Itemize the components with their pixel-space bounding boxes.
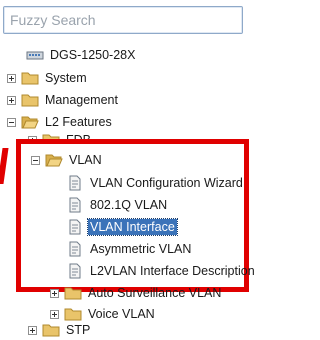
collapse-icon[interactable] [31,155,40,165]
tree-label-vlan-wizard: VLAN Configuration Wizard [90,176,243,190]
document-icon [69,219,81,235]
tree-item-l2vlan-description[interactable]: L2VLAN Interface Description [66,261,257,281]
tree-item-8021q-vlan[interactable]: 802.1Q VLAN [66,195,169,215]
tree-label-asymmetric-vlan: Asymmetric VLAN [90,242,192,256]
tree-label-vlan: VLAN [69,153,102,167]
tree-label-l2vlan-description: L2VLAN Interface Description [90,264,255,278]
tree-label-l2-features: L2 Features [45,115,112,129]
annotation-arrow [0,148,9,184]
folder-icon [21,94,39,107]
folder-icon [21,72,39,85]
tree-item-vlan[interactable]: VLAN [31,150,104,170]
tree-label-8021q-vlan: 802.1Q VLAN [90,198,168,212]
tree-label-management: Management [45,93,118,107]
switch-icon [26,51,44,60]
tree-item-auto-surveillance-vlan[interactable]: Auto Surveillance VLAN [50,283,223,303]
document-icon [69,175,81,191]
tree-item-management[interactable]: Management [7,90,120,110]
tree-item-vlan-wizard[interactable]: VLAN Configuration Wizard [66,173,245,193]
collapse-icon[interactable] [7,117,16,127]
expand-icon[interactable] [50,309,59,319]
document-icon [69,241,81,257]
folder-icon [64,287,82,300]
tree-item-vlan-interface[interactable]: VLAN Interface [66,217,178,237]
document-icon [69,197,81,213]
expand-icon[interactable] [7,73,16,83]
tree-label-root: DGS-1250-28X [50,48,136,62]
tree-item-l2-features[interactable]: L2 Features [7,112,114,132]
search-input[interactable] [4,7,242,33]
tree-root[interactable]: DGS-1250-28X [26,45,137,65]
expand-icon[interactable] [28,325,37,335]
tree-item-system[interactable]: System [7,68,89,88]
folder-open-icon [45,154,63,167]
tree-item-asymmetric-vlan[interactable]: Asymmetric VLAN [66,239,193,259]
tree-label-system: System [45,71,87,85]
tree-label-stp: STP [66,323,91,337]
tree-label-voice-vlan: Voice VLAN [88,307,155,321]
expand-icon[interactable] [7,95,16,105]
tree-item-stp[interactable]: STP [28,320,92,340]
folder-open-icon [21,116,39,129]
expand-icon[interactable] [50,288,59,298]
fuzzy-search-box[interactable] [3,6,243,34]
document-icon [69,263,81,279]
folder-icon [42,324,60,337]
tree-label-auto-surveillance-vlan: Auto Surveillance VLAN [88,286,222,300]
tree-label-vlan-interface: VLAN Interface [87,218,178,236]
